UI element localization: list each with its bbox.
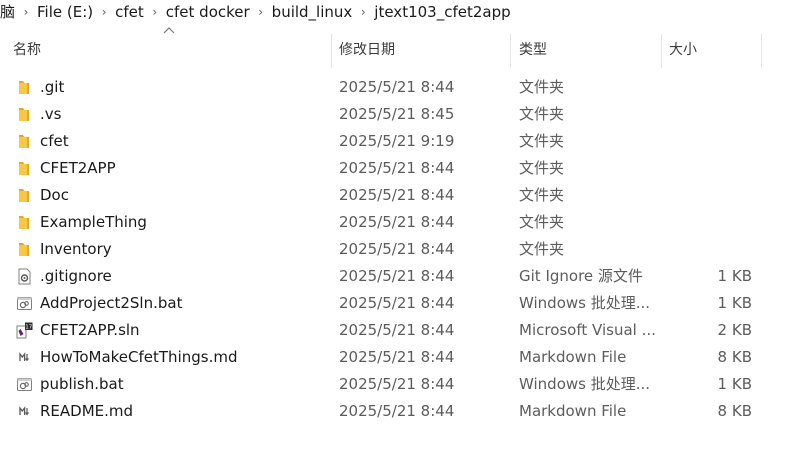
file-row[interactable]: .gitignore 2025/5/21 8:44 Git Ignore 源文件 1 … <box>0 263 785 290</box>
file-row[interactable]: .vs 2025/5/21 8:45 文件夹 <box>0 101 785 128</box>
file-size: 2 KB <box>717 321 752 339</box>
column-header-row: 名称 修改日期 类型 大小 <box>0 27 785 70</box>
breadcrumb-item-current-folder[interactable]: jtext103_cfet2app <box>370 1 514 23</box>
file-name[interactable]: .gitignore <box>40 263 112 290</box>
folder-icon <box>19 189 29 202</box>
file-list: .git 2025/5/21 8:44 文件夹 .vs 2025/5/21 8:45 文件… <box>0 74 785 425</box>
file-name[interactable]: CFET2APP <box>40 155 116 182</box>
visual-studio-solution-icon: 17 <box>16 322 33 339</box>
file-row[interactable]: Inventory 2025/5/21 8:44 文件夹 <box>0 236 785 263</box>
markdown-file-icon <box>19 406 30 416</box>
column-header-size[interactable]: 大小 <box>669 30 697 70</box>
column-header-modified[interactable]: 修改日期 <box>339 30 395 70</box>
file-name[interactable]: cfet <box>40 128 69 155</box>
file-modified-date: 2025/5/21 8:44 <box>339 348 455 366</box>
breadcrumb-item-build-linux[interactable]: build_linux <box>268 1 357 23</box>
file-modified-date: 2025/5/21 9:19 <box>339 132 455 150</box>
file-modified-date: 2025/5/21 8:44 <box>339 321 455 339</box>
folder-icon <box>19 81 29 94</box>
file-modified-date: 2025/5/21 8:44 <box>339 294 455 312</box>
file-modified-date: 2025/5/21 8:44 <box>339 78 455 96</box>
file-type: Markdown File <box>519 348 627 366</box>
batch-file-icon <box>17 297 32 310</box>
file-modified-date: 2025/5/21 8:44 <box>339 186 455 204</box>
chevron-right-icon[interactable]: › <box>19 1 33 23</box>
sort-ascending-icon <box>163 27 175 34</box>
file-size: 8 KB <box>717 348 752 366</box>
file-name[interactable]: .vs <box>40 101 61 128</box>
file-type: Windows 批处理... <box>519 375 651 393</box>
file-row[interactable]: 17 CFET2APP.sln 2025/5/21 8:44 Microsoft Vi… <box>0 317 785 344</box>
file-name[interactable]: ExampleThing <box>40 209 147 236</box>
svg-text:17: 17 <box>25 324 32 330</box>
file-row[interactable]: .git 2025/5/21 8:44 文件夹 <box>0 74 785 101</box>
folder-icon <box>19 162 29 175</box>
file-type: 文件夹 <box>519 186 565 204</box>
file-type: 文件夹 <box>519 213 565 231</box>
file-modified-date: 2025/5/21 8:44 <box>339 267 455 285</box>
folder-icon <box>19 108 29 121</box>
column-header-name[interactable]: 名称 <box>13 30 41 70</box>
file-row[interactable]: ExampleThing 2025/5/21 8:44 文件夹 <box>0 209 785 236</box>
file-row[interactable]: cfet 2025/5/21 9:19 文件夹 <box>0 128 785 155</box>
chevron-right-icon[interactable]: › <box>148 1 162 23</box>
breadcrumb-item-this-pc[interactable]: 脑 <box>0 1 19 23</box>
file-name[interactable]: Inventory <box>40 236 112 263</box>
batch-file-icon <box>17 378 32 391</box>
file-name[interactable]: .git <box>40 74 64 101</box>
file-size: 1 KB <box>717 267 752 285</box>
breadcrumb-item-drive[interactable]: File (E:) <box>33 1 97 23</box>
file-row[interactable]: CFET2APP 2025/5/21 8:44 文件夹 <box>0 155 785 182</box>
file-modified-date: 2025/5/21 8:44 <box>339 240 455 258</box>
file-name[interactable]: AddProject2Sln.bat <box>40 290 182 317</box>
column-divider[interactable] <box>661 34 662 68</box>
file-row[interactable]: AddProject2Sln.bat 2025/5/21 8:44 Windows … <box>0 290 785 317</box>
column-divider[interactable] <box>761 34 762 68</box>
folder-icon <box>19 243 29 256</box>
file-row[interactable]: README.md 2025/5/21 8:44 Markdown File 8 KB <box>0 398 785 425</box>
chevron-right-icon[interactable]: › <box>254 1 268 23</box>
column-divider[interactable] <box>331 34 332 68</box>
file-name[interactable]: README.md <box>40 398 133 425</box>
file-name[interactable]: CFET2APP.sln <box>40 317 140 344</box>
column-header-type[interactable]: 类型 <box>519 30 547 70</box>
breadcrumb-item-cfet-docker[interactable]: cfet docker <box>162 1 254 23</box>
file-size: 8 KB <box>717 402 752 420</box>
file-type: Microsoft Visual ... <box>519 321 656 339</box>
file-name[interactable]: publish.bat <box>40 371 124 398</box>
chevron-right-icon[interactable]: › <box>356 1 370 23</box>
file-modified-date: 2025/5/21 8:44 <box>339 402 455 420</box>
folder-icon <box>19 135 29 148</box>
file-type: 文件夹 <box>519 105 565 123</box>
folder-icon <box>19 216 29 229</box>
file-type: Git Ignore 源文件 <box>519 267 643 285</box>
file-type: 文件夹 <box>519 132 565 150</box>
breadcrumb: 脑 › File (E:) › cfet › cfet docker › bui… <box>0 0 785 24</box>
file-type: Windows 批处理... <box>519 294 651 312</box>
file-explorer-window: 脑 › File (E:) › cfet › cfet docker › bui… <box>0 0 785 457</box>
file-modified-date: 2025/5/21 8:44 <box>339 375 455 393</box>
column-divider[interactable] <box>510 34 511 68</box>
file-name[interactable]: Doc <box>40 182 69 209</box>
file-size: 1 KB <box>717 294 752 312</box>
markdown-file-icon <box>19 352 30 362</box>
file-modified-date: 2025/5/21 8:44 <box>339 213 455 231</box>
file-row[interactable]: HowToMakeCfetThings.md 2025/5/21 8:44 Mark… <box>0 344 785 371</box>
file-size: 1 KB <box>717 375 752 393</box>
file-modified-date: 2025/5/21 8:44 <box>339 159 455 177</box>
file-name[interactable]: HowToMakeCfetThings.md <box>40 344 237 371</box>
file-type: 文件夹 <box>519 240 565 258</box>
file-type: 文件夹 <box>519 78 565 96</box>
breadcrumb-item-cfet[interactable]: cfet <box>111 1 148 23</box>
file-modified-date: 2025/5/21 8:45 <box>339 105 455 123</box>
file-type: Markdown File <box>519 402 627 420</box>
chevron-right-icon[interactable]: › <box>97 1 111 23</box>
file-row[interactable]: publish.bat 2025/5/21 8:44 Windows 批处理... 1… <box>0 371 785 398</box>
file-type: 文件夹 <box>519 159 565 177</box>
file-row[interactable]: Doc 2025/5/21 8:44 文件夹 <box>0 182 785 209</box>
settings-file-icon <box>18 268 31 285</box>
